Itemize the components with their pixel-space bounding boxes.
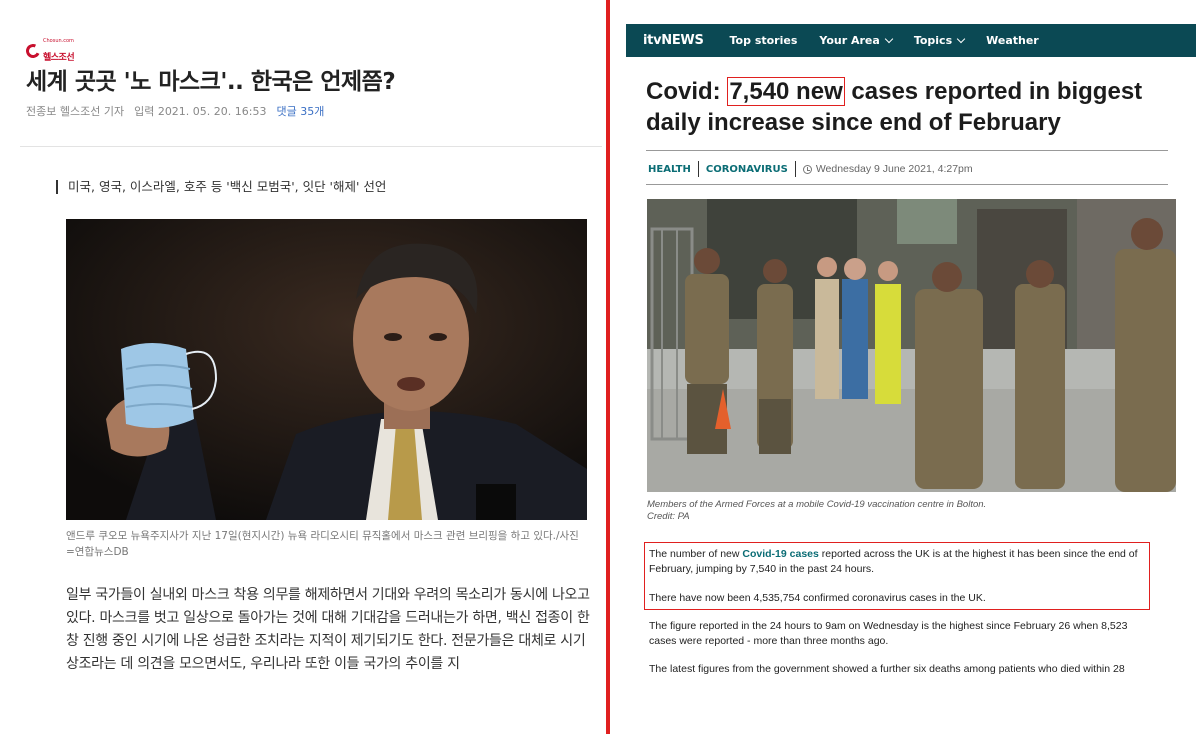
vaccination-centre-photo-illustration	[647, 199, 1176, 492]
headline-pre: Covid:	[646, 78, 728, 105]
headline-highlight: 7,540 new	[727, 77, 845, 106]
paragraph-4: The latest figures from the government s…	[649, 663, 1125, 675]
p1-pre: The number of new	[649, 548, 743, 560]
chevron-down-icon	[956, 34, 966, 44]
date-text: Wednesday 9 June 2021, 4:27pm	[815, 163, 973, 175]
logo-subtext: Chosun.com	[43, 38, 74, 44]
photo-caption: Members of the Armed Forces at a mobile …	[647, 499, 1176, 523]
logo-text-group: Chosun.com 헬스조선	[43, 38, 75, 64]
itv-news-logo[interactable]: itvNEWS	[643, 33, 704, 48]
chevron-down-icon	[884, 34, 894, 44]
byline: 전종보 헬스조선 기자	[26, 105, 125, 118]
korean-article-panel: Chosun.com 헬스조선 세계 곳곳 '노 마스크'.. 한국은 언제쯤?…	[0, 0, 606, 734]
nav-weather[interactable]: Weather	[986, 34, 1039, 47]
paragraph-1: The number of new Covid-19 cases reporte…	[649, 547, 1149, 577]
publish-date: 입력 2021. 05. 20. 16:53	[134, 105, 267, 118]
article-subtitle: 미국, 영국, 이스라엘, 호주 등 '백신 모범국', 잇단 '해제' 선언	[56, 180, 386, 194]
nav-top-stories[interactable]: Top stories	[730, 34, 798, 47]
itv-navbar: itvNEWS Top stories Your Area Topics Wea…	[626, 24, 1196, 57]
article-photo	[647, 199, 1176, 492]
nav-topics[interactable]: Topics	[913, 34, 966, 47]
comments-link[interactable]: 댓글 35개	[276, 103, 324, 119]
tag-health[interactable]: HEALTH	[648, 164, 698, 175]
nav-topics-label: Topics	[913, 34, 953, 47]
article-title: 세계 곳곳 '노 마스크'.. 한국은 언제쯤?	[26, 69, 396, 95]
tag-coronavirus[interactable]: CORONAVIRUS	[699, 164, 795, 175]
divider	[20, 146, 602, 147]
article-meta: 전종보 헬스조선 기자 입력 2021. 05. 20. 16:53 댓글 35…	[26, 103, 324, 119]
article-body: 일부 국가들이 실내외 마스크 착용 의무를 해제하면서 기대와 우려의 목소리…	[66, 587, 590, 672]
nav-your-area[interactable]: Your Area	[819, 34, 894, 47]
itv-headline: Covid: 7,540 new cases reported in bigge…	[646, 76, 1186, 138]
divider	[646, 150, 1168, 151]
paragraph-2: There have now been 4,535,754 confirmed …	[649, 592, 986, 604]
divider	[646, 184, 1168, 185]
covid-cases-link[interactable]: Covid-19 cases	[742, 548, 818, 560]
nav-weather-label: Weather	[986, 34, 1039, 47]
clock-icon	[802, 164, 812, 174]
paragraph-3: The figure reported in the 24 hours to 9…	[649, 620, 1128, 647]
itv-article-panel: itvNEWS Top stories Your Area Topics Wea…	[610, 0, 1200, 734]
caption-credit: Credit: PA	[647, 511, 690, 522]
health-chosun-logo[interactable]: Chosun.com 헬스조선	[24, 38, 75, 64]
nav-top-stories-label: Top stories	[729, 34, 798, 47]
article-tags: HEALTH CORONAVIRUS Wednesday 9 June 2021…	[648, 160, 973, 178]
chosun-logo-icon	[24, 42, 42, 60]
photo-caption: 앤드루 쿠오모 뉴욕주지사가 지난 17일(현지시간) 뉴욕 라디오시티 뮤직홀…	[66, 530, 579, 558]
cuomo-photo-illustration	[66, 219, 587, 520]
article-date: Wednesday 9 June 2021, 4:27pm	[796, 163, 973, 175]
nav-your-area-label: Your Area	[819, 34, 880, 47]
article-photo	[66, 219, 587, 520]
caption-text: Members of the Armed Forces at a mobile …	[647, 499, 987, 510]
